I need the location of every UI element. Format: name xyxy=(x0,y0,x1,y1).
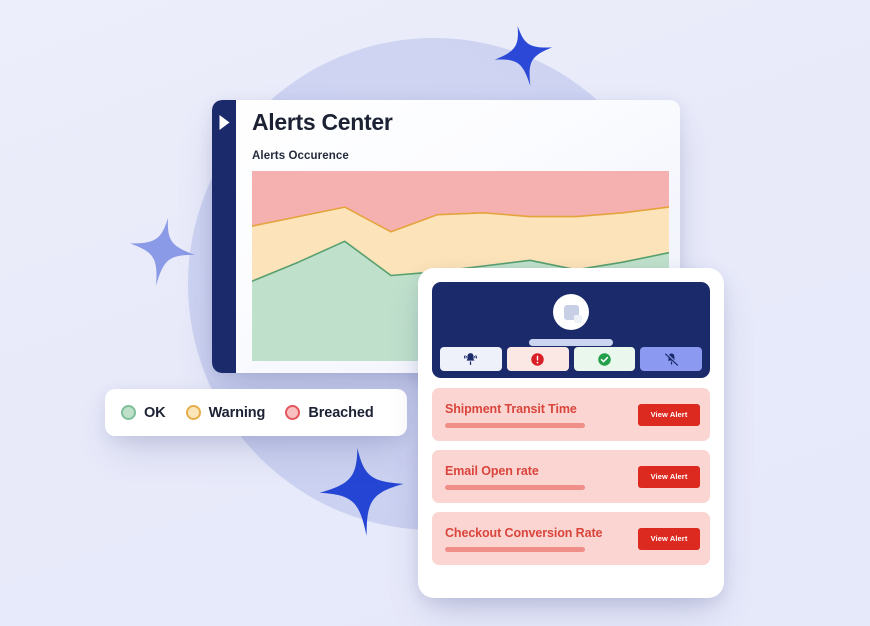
alert-row-text: Email Open rate xyxy=(445,464,638,490)
breached-alerts-button[interactable] xyxy=(506,347,569,371)
sparkle-bottom-left-icon xyxy=(311,441,412,542)
view-alert-button[interactable]: View Alert xyxy=(638,403,700,426)
page-title: Alerts Center xyxy=(252,109,393,135)
image-placeholder-icon xyxy=(553,294,589,330)
legend-item-ok[interactable]: OK xyxy=(121,405,166,421)
alert-row-text: Checkout Conversion Rate xyxy=(445,526,638,552)
alert-row-meta-bar xyxy=(445,422,585,428)
sparkle-left-icon xyxy=(120,210,203,293)
sparkle-top-right-icon xyxy=(486,18,562,94)
bell-muted-icon xyxy=(664,352,679,366)
legend-dot-breached xyxy=(285,405,301,420)
alert-row-title: Email Open rate xyxy=(445,463,539,478)
muted-alerts-button[interactable] xyxy=(640,347,702,371)
alert-row: Email Open rate View Alert xyxy=(432,450,710,503)
panel-title-placeholder-bar xyxy=(529,339,613,346)
alert-row-meta-bar xyxy=(445,484,585,490)
check-circle-icon xyxy=(598,352,611,366)
alert-row-text: Shipment Transit Time xyxy=(445,402,638,428)
alert-row-title: Checkout Conversion Rate xyxy=(445,525,603,540)
alert-status-filter-row xyxy=(440,347,702,371)
view-alert-button[interactable]: View Alert xyxy=(638,465,700,488)
legend-dot-warning xyxy=(185,405,201,420)
view-alert-button[interactable]: View Alert xyxy=(638,527,700,550)
image-placeholder-glyph xyxy=(563,304,582,323)
chart-legend: OK Warning Breached xyxy=(105,389,407,436)
exclamation-circle-icon xyxy=(531,352,544,366)
legend-label-ok: OK xyxy=(144,404,166,421)
alert-row-meta-bar xyxy=(445,546,585,552)
alerts-panel-header xyxy=(432,282,710,378)
play-arrow-icon[interactable] xyxy=(218,114,231,131)
all-alerts-button[interactable] xyxy=(440,347,502,371)
legend-dot-ok xyxy=(121,405,136,420)
alerts-center-sidebar[interactable] xyxy=(212,100,236,373)
chart-caption: Alerts Occurence xyxy=(252,150,349,162)
bell-ringing-icon xyxy=(464,352,478,365)
alerts-list-panel: Shipment Transit Time View Alert Email Ope… xyxy=(418,268,724,598)
alert-row: Checkout Conversion Rate View Alert xyxy=(432,512,710,565)
legend-item-warning[interactable]: Warning xyxy=(185,404,266,421)
alert-row-title: Shipment Transit Time xyxy=(445,401,577,416)
legend-label-warning: Warning xyxy=(208,404,266,421)
legend-label-breached: Breached xyxy=(308,404,374,421)
screenshot-stage: Alerts Center Alerts Occurence OK Warnin… xyxy=(0,0,870,626)
ok-alerts-button[interactable] xyxy=(573,347,636,371)
alerts-row-list: Shipment Transit Time View Alert Email Ope… xyxy=(432,388,710,565)
alert-row: Shipment Transit Time View Alert xyxy=(432,388,710,441)
legend-item-breached[interactable]: Breached xyxy=(285,404,374,421)
